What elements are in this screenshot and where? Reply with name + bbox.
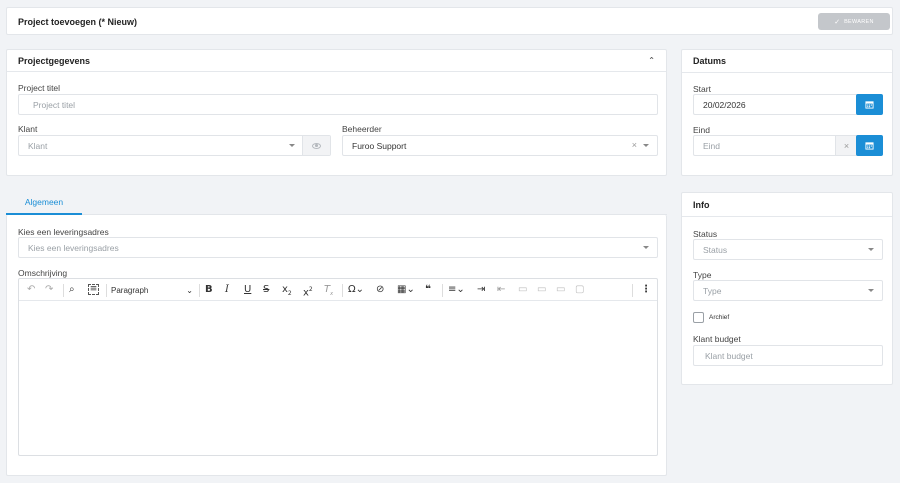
image-center-icon[interactable]: ▭ <box>537 285 546 295</box>
rich-text-editor: ↶ ↷ ⌕ ≡ Paragraph ⌄ B I U S x2 x2 Tx Ω⌄ … <box>18 278 658 456</box>
table-icon[interactable]: ▦⌄ <box>397 285 415 295</box>
klant-view-button[interactable] <box>302 136 330 155</box>
block-format-select[interactable]: Paragraph ⌄ <box>111 283 195 297</box>
find-replace-icon[interactable]: ⌕ <box>69 285 75 295</box>
eind-label: Eind <box>693 125 711 135</box>
eye-icon <box>312 142 321 149</box>
info-card: Info Status Status Type Type Archief Kla… <box>681 192 893 385</box>
type-placeholder: Type <box>703 285 722 296</box>
leveringsadres-select[interactable]: Kies een leveringsadres <box>18 237 658 258</box>
check-icon: ✓ <box>834 17 841 26</box>
clear-formatting-icon[interactable]: Tx <box>324 285 333 299</box>
subscript-icon[interactable]: x2 <box>282 285 292 299</box>
chevron-down-icon <box>643 246 649 249</box>
project-titel-input[interactable]: Project titel <box>18 94 658 115</box>
status-select[interactable]: Status <box>693 239 883 260</box>
info-header: Info <box>682 193 892 217</box>
chevron-down-icon <box>868 248 874 251</box>
project-titel-label: Project titel <box>18 83 61 93</box>
italic-icon[interactable]: I <box>225 285 229 295</box>
bold-icon[interactable]: B <box>205 285 213 295</box>
omschrijving-label: Omschrijving <box>18 268 68 278</box>
archief-checkbox[interactable] <box>693 312 704 323</box>
klant-budget-label: Klant budget <box>693 334 741 344</box>
type-select[interactable]: Type <box>693 280 883 301</box>
redo-icon[interactable]: ↷ <box>45 285 53 295</box>
save-button-label: BEWAREN <box>844 18 874 25</box>
tab-bar: Algemeen <box>6 191 667 215</box>
status-label: Status <box>693 229 718 239</box>
image-right-icon[interactable]: ▭ <box>556 285 565 295</box>
block-format-value: Paragraph <box>111 285 149 295</box>
editor-toolbar: ↶ ↷ ⌕ ≡ Paragraph ⌄ B I U S x2 x2 Tx Ω⌄ … <box>19 279 657 301</box>
tab-algemeen[interactable]: Algemeen <box>6 191 82 215</box>
clear-icon[interactable]: × <box>632 140 637 150</box>
start-label: Start <box>693 84 711 94</box>
strikethrough-icon[interactable]: S <box>263 285 269 295</box>
eind-clear-button[interactable]: × <box>835 136 857 155</box>
datums-card: Datums Start 20/02/2026 Eind Eind × <box>681 49 893 176</box>
save-button[interactable]: ✓ BEWAREN <box>818 13 890 30</box>
projectgegevens-card: Projectgegevens ⌃ Project titel Project … <box>6 49 667 176</box>
algemeen-card: Kies een leveringsadres Kies een leverin… <box>6 215 667 476</box>
image-left-icon[interactable]: ▭ <box>518 285 527 295</box>
type-label: Type <box>693 270 712 280</box>
chevron-up-icon[interactable]: ⌃ <box>648 56 655 65</box>
chevron-down-icon <box>289 144 295 147</box>
editor-content-area[interactable] <box>19 301 657 455</box>
undo-icon[interactable]: ↶ <box>27 285 35 295</box>
beheerder-value: Furoo Support <box>352 140 407 151</box>
datums-title: Datums <box>693 56 727 66</box>
projectgegevens-title: Projectgegevens <box>18 55 91 66</box>
select-all-icon[interactable]: ≡ <box>88 284 99 295</box>
indent-icon[interactable]: ⇥ <box>477 285 485 295</box>
klant-budget-placeholder: Klant budget <box>705 350 753 361</box>
info-title: Info <box>693 199 710 210</box>
special-character-icon[interactable]: Ω⌄ <box>348 285 364 295</box>
clear-icon: × <box>843 140 850 151</box>
eind-placeholder: Eind <box>703 140 721 151</box>
klant-select[interactable]: Klant <box>18 135 331 156</box>
align-icon[interactable]: ≡⌄ <box>448 285 465 295</box>
chevron-down-icon <box>868 289 874 292</box>
klant-budget-input[interactable]: Klant budget <box>693 345 883 366</box>
eind-date-input[interactable]: Eind × <box>693 135 858 156</box>
calendar-icon <box>865 142 874 150</box>
calendar-icon <box>865 101 874 109</box>
start-date-input[interactable]: 20/02/2026 <box>693 94 868 115</box>
blockquote-icon[interactable]: ❝ <box>425 285 431 295</box>
beheerder-label: Beheerder <box>342 124 382 134</box>
page-title: Project toevoegen (* Nieuw) <box>18 17 138 27</box>
eind-calendar-button[interactable] <box>856 135 883 156</box>
leveringsadres-label: Kies een leveringsadres <box>18 227 109 237</box>
link-icon[interactable]: ⊘ <box>376 285 384 295</box>
datums-header: Datums <box>682 50 892 73</box>
chevron-down-icon: ⌄ <box>186 286 193 295</box>
superscript-icon[interactable]: x2 <box>303 285 313 298</box>
outdent-icon[interactable]: ⇤ <box>497 285 505 295</box>
image-caption-icon[interactable]: ▢ <box>575 285 584 295</box>
start-date-value: 20/02/2026 <box>703 99 746 110</box>
leveringsadres-placeholder: Kies een leveringsadres <box>28 242 119 253</box>
beheerder-select[interactable]: Furoo Support × <box>342 135 658 156</box>
klant-label: Klant <box>18 124 38 134</box>
klant-placeholder: Klant <box>28 140 48 151</box>
archief-label: Archief <box>709 314 730 321</box>
underline-icon[interactable]: U <box>244 285 251 295</box>
projectgegevens-header[interactable]: Projectgegevens ⌃ <box>7 50 666 72</box>
more-options-icon[interactable]: ⋮ <box>641 285 651 295</box>
tab-algemeen-label: Algemeen <box>24 197 64 207</box>
page-header: Project toevoegen (* Nieuw) ✓ BEWAREN <box>6 7 893 35</box>
project-titel-placeholder: Project titel <box>33 99 76 110</box>
chevron-down-icon <box>643 144 649 147</box>
status-placeholder: Status <box>703 244 728 255</box>
start-calendar-button[interactable] <box>856 94 883 115</box>
